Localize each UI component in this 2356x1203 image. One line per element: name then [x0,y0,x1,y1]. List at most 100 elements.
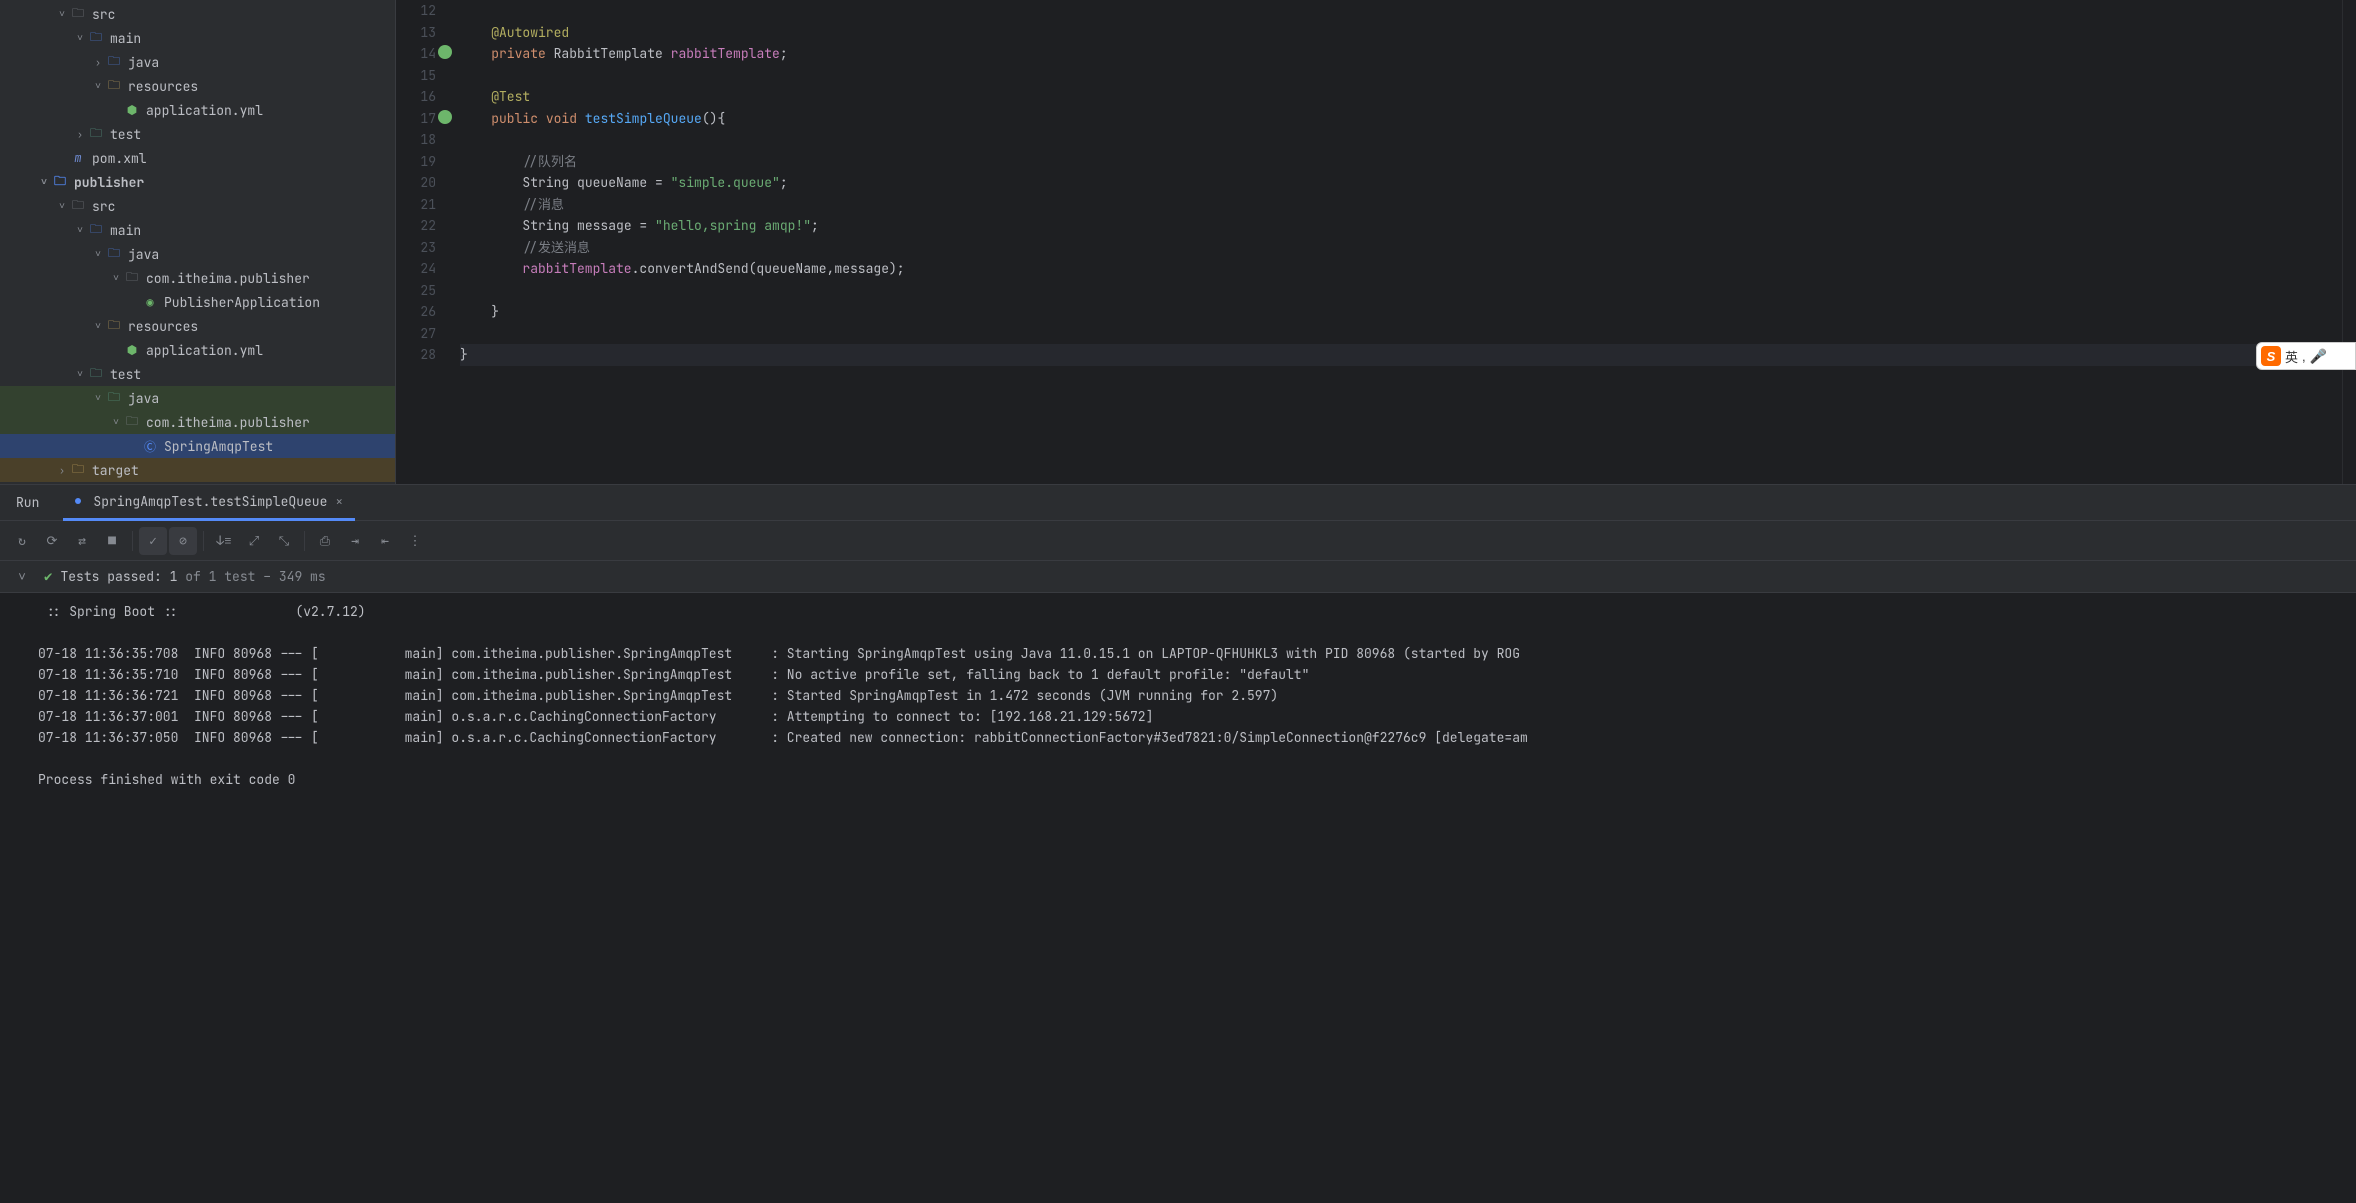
tree-item-src[interactable]: ˅🗀src [0,194,395,218]
chevron-icon[interactable]: ˅ [108,271,124,285]
tree-item-label: com.itheima.publisher [146,414,310,431]
show-ignored-button[interactable]: ⊘ [169,527,197,555]
gutter-run-icon[interactable] [438,110,452,124]
gutter-run-icon[interactable] [438,45,452,59]
tree-item-com-itheima-publisher[interactable]: ˅🗀com.itheima.publisher [0,410,395,434]
editor-scrollbar[interactable] [2342,0,2356,484]
console-output[interactable]: :: Spring Boot :: (v2.7.12) 07-18 11:36:… [0,593,2356,1203]
collapse-all-button[interactable]: ⤡ [270,527,298,555]
gutter-line[interactable]: 27 [396,323,436,345]
chevron-down-icon[interactable]: ˅ [8,563,36,591]
screenshot-button[interactable]: ⎙ [311,527,339,555]
code-line[interactable]: String message = "hello,spring amqp!"; [460,215,2342,237]
code-line[interactable] [460,129,2342,151]
gutter-line[interactable]: 26 [396,301,436,323]
close-icon[interactable]: × [335,493,343,510]
tree-item-label: src [92,6,115,23]
import-tests-button[interactable]: ⇥ [341,527,369,555]
chevron-icon[interactable]: ˅ [90,79,106,93]
tree-item-label: target [92,462,139,479]
show-passed-button[interactable]: ✓ [139,527,167,555]
gutter-line[interactable]: 15 [396,65,436,87]
gutter-line[interactable]: 19 [396,151,436,173]
code-line[interactable]: } [460,301,2342,323]
gutter-line[interactable]: 23 [396,237,436,259]
chevron-icon[interactable]: ˅ [108,415,124,429]
more-button[interactable]: ⋮ [401,527,429,555]
tree-item-test[interactable]: ˅🗀test [0,362,395,386]
code-line[interactable] [460,323,2342,345]
chevron-icon[interactable]: ˅ [90,319,106,333]
tree-item-label: test [110,366,141,383]
chevron-icon[interactable]: ˅ [72,31,88,45]
code-line[interactable]: @Test [460,86,2342,108]
test-status-bar[interactable]: ˅ ✔ Tests passed: 1 of 1 test – 349 ms [0,561,2356,593]
chevron-icon[interactable]: ˅ [90,391,106,405]
gutter-line[interactable]: 12 [396,0,436,22]
tree-item-label: application.yml [146,342,263,359]
expand-all-button[interactable]: ⤢ [240,527,268,555]
code-line[interactable]: @Autowired [460,22,2342,44]
tree-item-main[interactable]: ˅🗀main [0,218,395,242]
code-line[interactable] [460,0,2342,22]
tree-item-resources[interactable]: ˅🗀resources [0,74,395,98]
tree-item-pom-xml[interactable]: mpom.xml [0,146,395,170]
tree-item-main[interactable]: ˅🗀main [0,26,395,50]
rerun-button[interactable]: ↻ [8,527,36,555]
tree-item-resources[interactable]: ˅🗀resources [0,314,395,338]
gutter-line[interactable]: 18 [396,129,436,151]
gutter-line[interactable]: 20 [396,172,436,194]
chevron-icon[interactable]: ˅ [72,367,88,381]
tree-item-label: src [92,198,115,215]
run-tab-active[interactable]: SpringAmqpTest.testSimpleQueue × [63,485,355,521]
tree-item-java[interactable]: ˅🗀java [0,386,395,410]
gutter-line[interactable]: 24 [396,258,436,280]
tree-item-com-itheima-publisher[interactable]: ˅🗀com.itheima.publisher [0,266,395,290]
toggle-auto-test-button[interactable]: ⇄ [68,527,96,555]
code-line[interactable] [460,65,2342,87]
code-line[interactable]: public void testSimpleQueue(){ [460,108,2342,130]
gutter-line[interactable]: 21 [396,194,436,216]
code-line[interactable]: } [460,344,2342,366]
tree-item-pom-xml[interactable]: mpom.xml [0,482,395,484]
code-editor[interactable]: 1213141516171819202122232425262728 @Auto… [396,0,2356,484]
gutter-line[interactable]: 16 [396,86,436,108]
tree-item-application-yml[interactable]: ⬢application.yml [0,338,395,362]
stop-button[interactable]: ■ [98,527,126,555]
gutter-line[interactable]: 17 [396,108,436,130]
tree-item-publisherapplication[interactable]: ◉PublisherApplication [0,290,395,314]
code-line[interactable]: private RabbitTemplate rabbitTemplate; [460,43,2342,65]
chevron-icon[interactable]: › [90,56,106,69]
chevron-icon[interactable]: ˅ [54,199,70,213]
chevron-icon[interactable]: › [54,464,70,477]
chevron-icon[interactable]: › [72,128,88,141]
tree-item-springamqptest[interactable]: ⒸSpringAmqpTest [0,434,395,458]
tree-item-test[interactable]: ›🗀test [0,122,395,146]
code-line[interactable]: //消息 [460,194,2342,216]
tree-item-application-yml[interactable]: ⬢application.yml [0,98,395,122]
ime-indicator[interactable]: S 英 , 🎤 [2256,342,2356,370]
tree-item-java[interactable]: ˅🗀java [0,242,395,266]
code-line[interactable]: //发送消息 [460,237,2342,259]
tree-item-src[interactable]: ˅🗀src [0,2,395,26]
code-line[interactable]: //队列名 [460,151,2342,173]
chevron-icon[interactable]: ˅ [90,247,106,261]
mic-icon: 🎤 [2310,348,2327,365]
gutter-line[interactable]: 25 [396,280,436,302]
code-line[interactable]: String queueName = "simple.queue"; [460,172,2342,194]
code-line[interactable] [460,280,2342,302]
chevron-icon[interactable]: ˅ [72,223,88,237]
gutter-line[interactable]: 13 [396,22,436,44]
gutter-line[interactable]: 14 [396,43,436,65]
export-tests-button[interactable]: ⇤ [371,527,399,555]
tree-item-publisher[interactable]: ˅🗀publisher [0,170,395,194]
sort-button[interactable]: ↓≡ [210,527,238,555]
code-line[interactable]: rabbitTemplate.convertAndSend(queueName,… [460,258,2342,280]
gutter-line[interactable]: 22 [396,215,436,237]
chevron-icon[interactable]: ˅ [54,7,70,21]
tree-item-java[interactable]: ›🗀java [0,50,395,74]
chevron-icon[interactable]: ˅ [36,175,52,189]
rerun-failed-button[interactable]: ⟳ [38,527,66,555]
gutter-line[interactable]: 28 [396,344,436,366]
tree-item-target[interactable]: ›🗀target [0,458,395,482]
